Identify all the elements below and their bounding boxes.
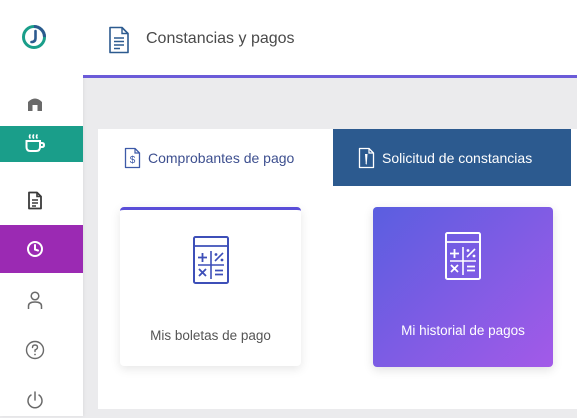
card-label: Mi historial de pagos: [401, 323, 525, 338]
calculator-icon: [192, 235, 230, 290]
card-mi-historial[interactable]: Mi historial de pagos: [373, 207, 553, 367]
tab-label: Comprobantes de pago: [148, 149, 295, 166]
tab-solicitud[interactable]: Solicitud de constancias: [333, 129, 571, 186]
help-icon: [25, 340, 45, 360]
sidebar-item-profile[interactable]: [0, 282, 83, 318]
page-header: Constancias y pagos: [83, 0, 577, 78]
card-mis-boletas[interactable]: Mis boletas de pago: [120, 207, 301, 366]
user-icon: [26, 290, 44, 310]
tab-comprobantes[interactable]: $ Comprobantes de pago: [98, 129, 332, 186]
main-panel: $ Comprobantes de pago Solicitud de cons…: [98, 129, 577, 409]
sidebar: [0, 0, 83, 416]
sidebar-item-cup[interactable]: [0, 126, 83, 162]
svg-text:$: $: [130, 155, 136, 166]
sidebar-item-history[interactable]: [0, 225, 83, 273]
sidebar-item-help[interactable]: [0, 332, 83, 368]
sidebar-item-documents[interactable]: [0, 182, 83, 218]
certificate-icon: [358, 147, 375, 169]
receipt-icon: $: [124, 147, 141, 169]
page-title: Constancias y pagos: [146, 30, 295, 47]
tab-label: Solicitud de constancias: [382, 149, 533, 166]
document-icon: [108, 26, 130, 59]
card-label: Mis boletas de pago: [150, 328, 271, 343]
sidebar-item-logout[interactable]: [0, 382, 83, 418]
clock-icon: [26, 240, 44, 258]
app-logo[interactable]: [21, 24, 47, 50]
home-icon: [26, 94, 44, 112]
power-icon: [25, 390, 45, 410]
calculator-icon: [444, 231, 482, 286]
cup-icon: [24, 134, 46, 154]
sidebar-item-home[interactable]: [0, 85, 83, 121]
document-icon: [27, 191, 43, 210]
